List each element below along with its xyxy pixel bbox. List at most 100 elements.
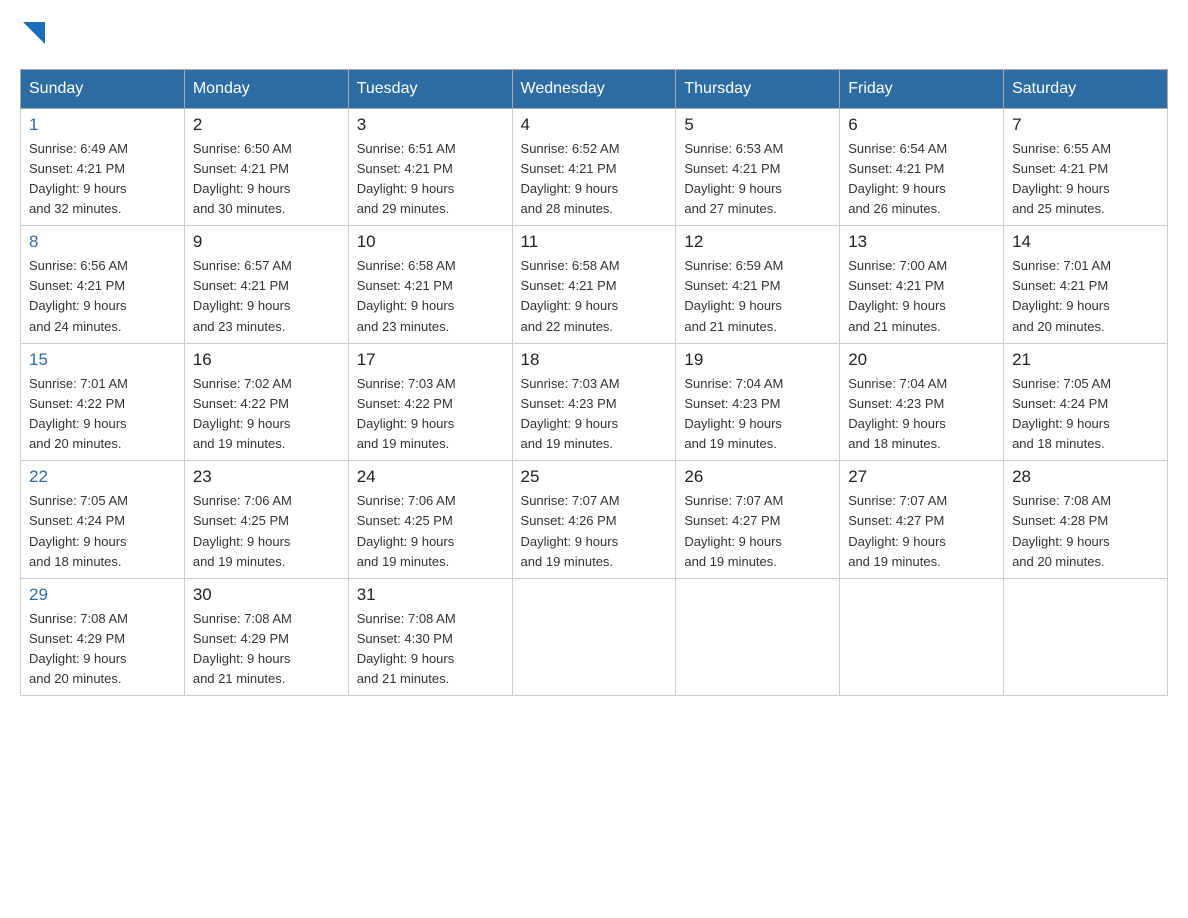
day-info: Sunrise: 7:07 AMSunset: 4:27 PMDaylight:… xyxy=(848,491,995,572)
day-info: Sunrise: 7:03 AMSunset: 4:23 PMDaylight:… xyxy=(521,374,668,455)
calendar-cell: 7 Sunrise: 6:55 AMSunset: 4:21 PMDaylight… xyxy=(1004,108,1168,226)
weekday-header-sunday: Sunday xyxy=(21,69,185,108)
calendar-cell: 17Sunrise: 7:03 AMSunset: 4:22 PMDayligh… xyxy=(348,343,512,461)
day-number: 23 xyxy=(193,467,340,487)
calendar-cell: 11 Sunrise: 6:58 AMSunset: 4:21 PMDayligh… xyxy=(512,226,676,344)
calendar-cell: 14 Sunrise: 7:01 AMSunset: 4:21 PMDayligh… xyxy=(1004,226,1168,344)
day-number: 14 xyxy=(1012,232,1159,252)
day-info: Sunrise: 6:58 AMSunset: 4:21 PMDaylight:… xyxy=(357,256,504,337)
calendar-cell: 1 Sunrise: 6:49 AMSunset: 4:21 PMDaylight… xyxy=(21,108,185,226)
calendar-cell: 19 Sunrise: 7:04 AMSunset: 4:23 PMDayligh… xyxy=(676,343,840,461)
day-number: 6 xyxy=(848,115,995,135)
day-info: Sunrise: 7:08 AMSunset: 4:29 PMDaylight:… xyxy=(193,609,340,690)
day-number: 8 xyxy=(29,232,176,252)
calendar-cell: 22Sunrise: 7:05 AMSunset: 4:24 PMDayligh… xyxy=(21,461,185,579)
day-info: Sunrise: 7:00 AMSunset: 4:21 PMDaylight:… xyxy=(848,256,995,337)
day-info: Sunrise: 6:52 AMSunset: 4:21 PMDaylight:… xyxy=(521,139,668,220)
calendar-cell: 9Sunrise: 6:57 AMSunset: 4:21 PMDaylight… xyxy=(184,226,348,344)
weekday-header-thursday: Thursday xyxy=(676,69,840,108)
day-info: Sunrise: 7:06 AMSunset: 4:25 PMDaylight:… xyxy=(357,491,504,572)
day-info: Sunrise: 7:01 AMSunset: 4:21 PMDaylight:… xyxy=(1012,256,1159,337)
calendar-cell: 13Sunrise: 7:00 AMSunset: 4:21 PMDayligh… xyxy=(840,226,1004,344)
calendar-cell: 27 Sunrise: 7:07 AMSunset: 4:27 PMDayligh… xyxy=(840,461,1004,579)
day-number: 3 xyxy=(357,115,504,135)
day-number: 30 xyxy=(193,585,340,605)
day-info: Sunrise: 7:04 AMSunset: 4:23 PMDaylight:… xyxy=(848,374,995,455)
day-info: Sunrise: 7:05 AMSunset: 4:24 PMDaylight:… xyxy=(29,491,176,572)
day-number: 26 xyxy=(684,467,831,487)
calendar-cell: 2 Sunrise: 6:50 AMSunset: 4:21 PMDaylight… xyxy=(184,108,348,226)
day-info: Sunrise: 7:07 AMSunset: 4:26 PMDaylight:… xyxy=(521,491,668,572)
day-number: 27 xyxy=(848,467,995,487)
weekday-header-saturday: Saturday xyxy=(1004,69,1168,108)
day-number: 20 xyxy=(848,350,995,370)
day-number: 2 xyxy=(193,115,340,135)
calendar-cell: 8Sunrise: 6:56 AMSunset: 4:21 PMDaylight… xyxy=(21,226,185,344)
day-info: Sunrise: 7:05 AMSunset: 4:24 PMDaylight:… xyxy=(1012,374,1159,455)
calendar-cell xyxy=(512,578,676,696)
calendar-cell xyxy=(840,578,1004,696)
day-info: Sunrise: 6:59 AMSunset: 4:21 PMDaylight:… xyxy=(684,256,831,337)
day-info: Sunrise: 7:07 AMSunset: 4:27 PMDaylight:… xyxy=(684,491,831,572)
day-info: Sunrise: 6:55 AMSunset: 4:21 PMDaylight:… xyxy=(1012,139,1159,220)
day-info: Sunrise: 6:58 AMSunset: 4:21 PMDaylight:… xyxy=(521,256,668,337)
calendar-week-3: 15Sunrise: 7:01 AMSunset: 4:22 PMDayligh… xyxy=(21,343,1168,461)
calendar-cell: 30 Sunrise: 7:08 AMSunset: 4:29 PMDayligh… xyxy=(184,578,348,696)
calendar-cell: 29 Sunrise: 7:08 AMSunset: 4:29 PMDayligh… xyxy=(21,578,185,696)
calendar-cell: 16 Sunrise: 7:02 AMSunset: 4:22 PMDayligh… xyxy=(184,343,348,461)
day-info: Sunrise: 7:08 AMSunset: 4:29 PMDaylight:… xyxy=(29,609,176,690)
calendar-cell: 3 Sunrise: 6:51 AMSunset: 4:21 PMDaylight… xyxy=(348,108,512,226)
day-number: 19 xyxy=(684,350,831,370)
calendar-table: SundayMondayTuesdayWednesdayThursdayFrid… xyxy=(20,69,1168,697)
day-number: 1 xyxy=(29,115,176,135)
calendar-cell: 20 Sunrise: 7:04 AMSunset: 4:23 PMDayligh… xyxy=(840,343,1004,461)
calendar-week-5: 29 Sunrise: 7:08 AMSunset: 4:29 PMDayligh… xyxy=(21,578,1168,696)
calendar-cell xyxy=(676,578,840,696)
day-info: Sunrise: 7:02 AMSunset: 4:22 PMDaylight:… xyxy=(193,374,340,455)
day-number: 4 xyxy=(521,115,668,135)
day-info: Sunrise: 6:50 AMSunset: 4:21 PMDaylight:… xyxy=(193,139,340,220)
day-number: 11 xyxy=(521,232,668,252)
day-info: Sunrise: 6:51 AMSunset: 4:21 PMDaylight:… xyxy=(357,139,504,220)
day-number: 17 xyxy=(357,350,504,370)
calendar-week-1: 1 Sunrise: 6:49 AMSunset: 4:21 PMDaylight… xyxy=(21,108,1168,226)
calendar-cell: 4 Sunrise: 6:52 AMSunset: 4:21 PMDaylight… xyxy=(512,108,676,226)
calendar-cell: 12 Sunrise: 6:59 AMSunset: 4:21 PMDayligh… xyxy=(676,226,840,344)
calendar-week-4: 22Sunrise: 7:05 AMSunset: 4:24 PMDayligh… xyxy=(21,461,1168,579)
day-number: 5 xyxy=(684,115,831,135)
calendar-cell xyxy=(1004,578,1168,696)
calendar-cell: 21 Sunrise: 7:05 AMSunset: 4:24 PMDayligh… xyxy=(1004,343,1168,461)
day-number: 7 xyxy=(1012,115,1159,135)
day-number: 16 xyxy=(193,350,340,370)
day-number: 10 xyxy=(357,232,504,252)
calendar-cell: 5 Sunrise: 6:53 AMSunset: 4:21 PMDaylight… xyxy=(676,108,840,226)
calendar-cell: 6 Sunrise: 6:54 AMSunset: 4:21 PMDaylight… xyxy=(840,108,1004,226)
day-info: Sunrise: 7:06 AMSunset: 4:25 PMDaylight:… xyxy=(193,491,340,572)
calendar-cell: 31 Sunrise: 7:08 AMSunset: 4:30 PMDayligh… xyxy=(348,578,512,696)
day-info: Sunrise: 7:04 AMSunset: 4:23 PMDaylight:… xyxy=(684,374,831,455)
day-number: 29 xyxy=(29,585,176,605)
calendar-cell: 10 Sunrise: 6:58 AMSunset: 4:21 PMDayligh… xyxy=(348,226,512,344)
day-info: Sunrise: 7:08 AMSunset: 4:28 PMDaylight:… xyxy=(1012,491,1159,572)
day-info: Sunrise: 6:53 AMSunset: 4:21 PMDaylight:… xyxy=(684,139,831,220)
calendar-cell: 26 Sunrise: 7:07 AMSunset: 4:27 PMDayligh… xyxy=(676,461,840,579)
calendar-cell: 18 Sunrise: 7:03 AMSunset: 4:23 PMDayligh… xyxy=(512,343,676,461)
calendar-cell: 24Sunrise: 7:06 AMSunset: 4:25 PMDayligh… xyxy=(348,461,512,579)
weekday-header-wednesday: Wednesday xyxy=(512,69,676,108)
calendar-cell: 25Sunrise: 7:07 AMSunset: 4:26 PMDayligh… xyxy=(512,461,676,579)
logo-arrow-icon xyxy=(23,22,45,44)
day-info: Sunrise: 7:08 AMSunset: 4:30 PMDaylight:… xyxy=(357,609,504,690)
day-info: Sunrise: 6:49 AMSunset: 4:21 PMDaylight:… xyxy=(29,139,176,220)
day-info: Sunrise: 6:54 AMSunset: 4:21 PMDaylight:… xyxy=(848,139,995,220)
day-number: 15 xyxy=(29,350,176,370)
calendar-cell: 28 Sunrise: 7:08 AMSunset: 4:28 PMDayligh… xyxy=(1004,461,1168,579)
weekday-header-tuesday: Tuesday xyxy=(348,69,512,108)
calendar-week-2: 8Sunrise: 6:56 AMSunset: 4:21 PMDaylight… xyxy=(21,226,1168,344)
day-number: 18 xyxy=(521,350,668,370)
weekday-header-monday: Monday xyxy=(184,69,348,108)
weekday-header-row: SundayMondayTuesdayWednesdayThursdayFrid… xyxy=(21,69,1168,108)
day-number: 12 xyxy=(684,232,831,252)
day-number: 28 xyxy=(1012,467,1159,487)
day-number: 21 xyxy=(1012,350,1159,370)
day-number: 31 xyxy=(357,585,504,605)
